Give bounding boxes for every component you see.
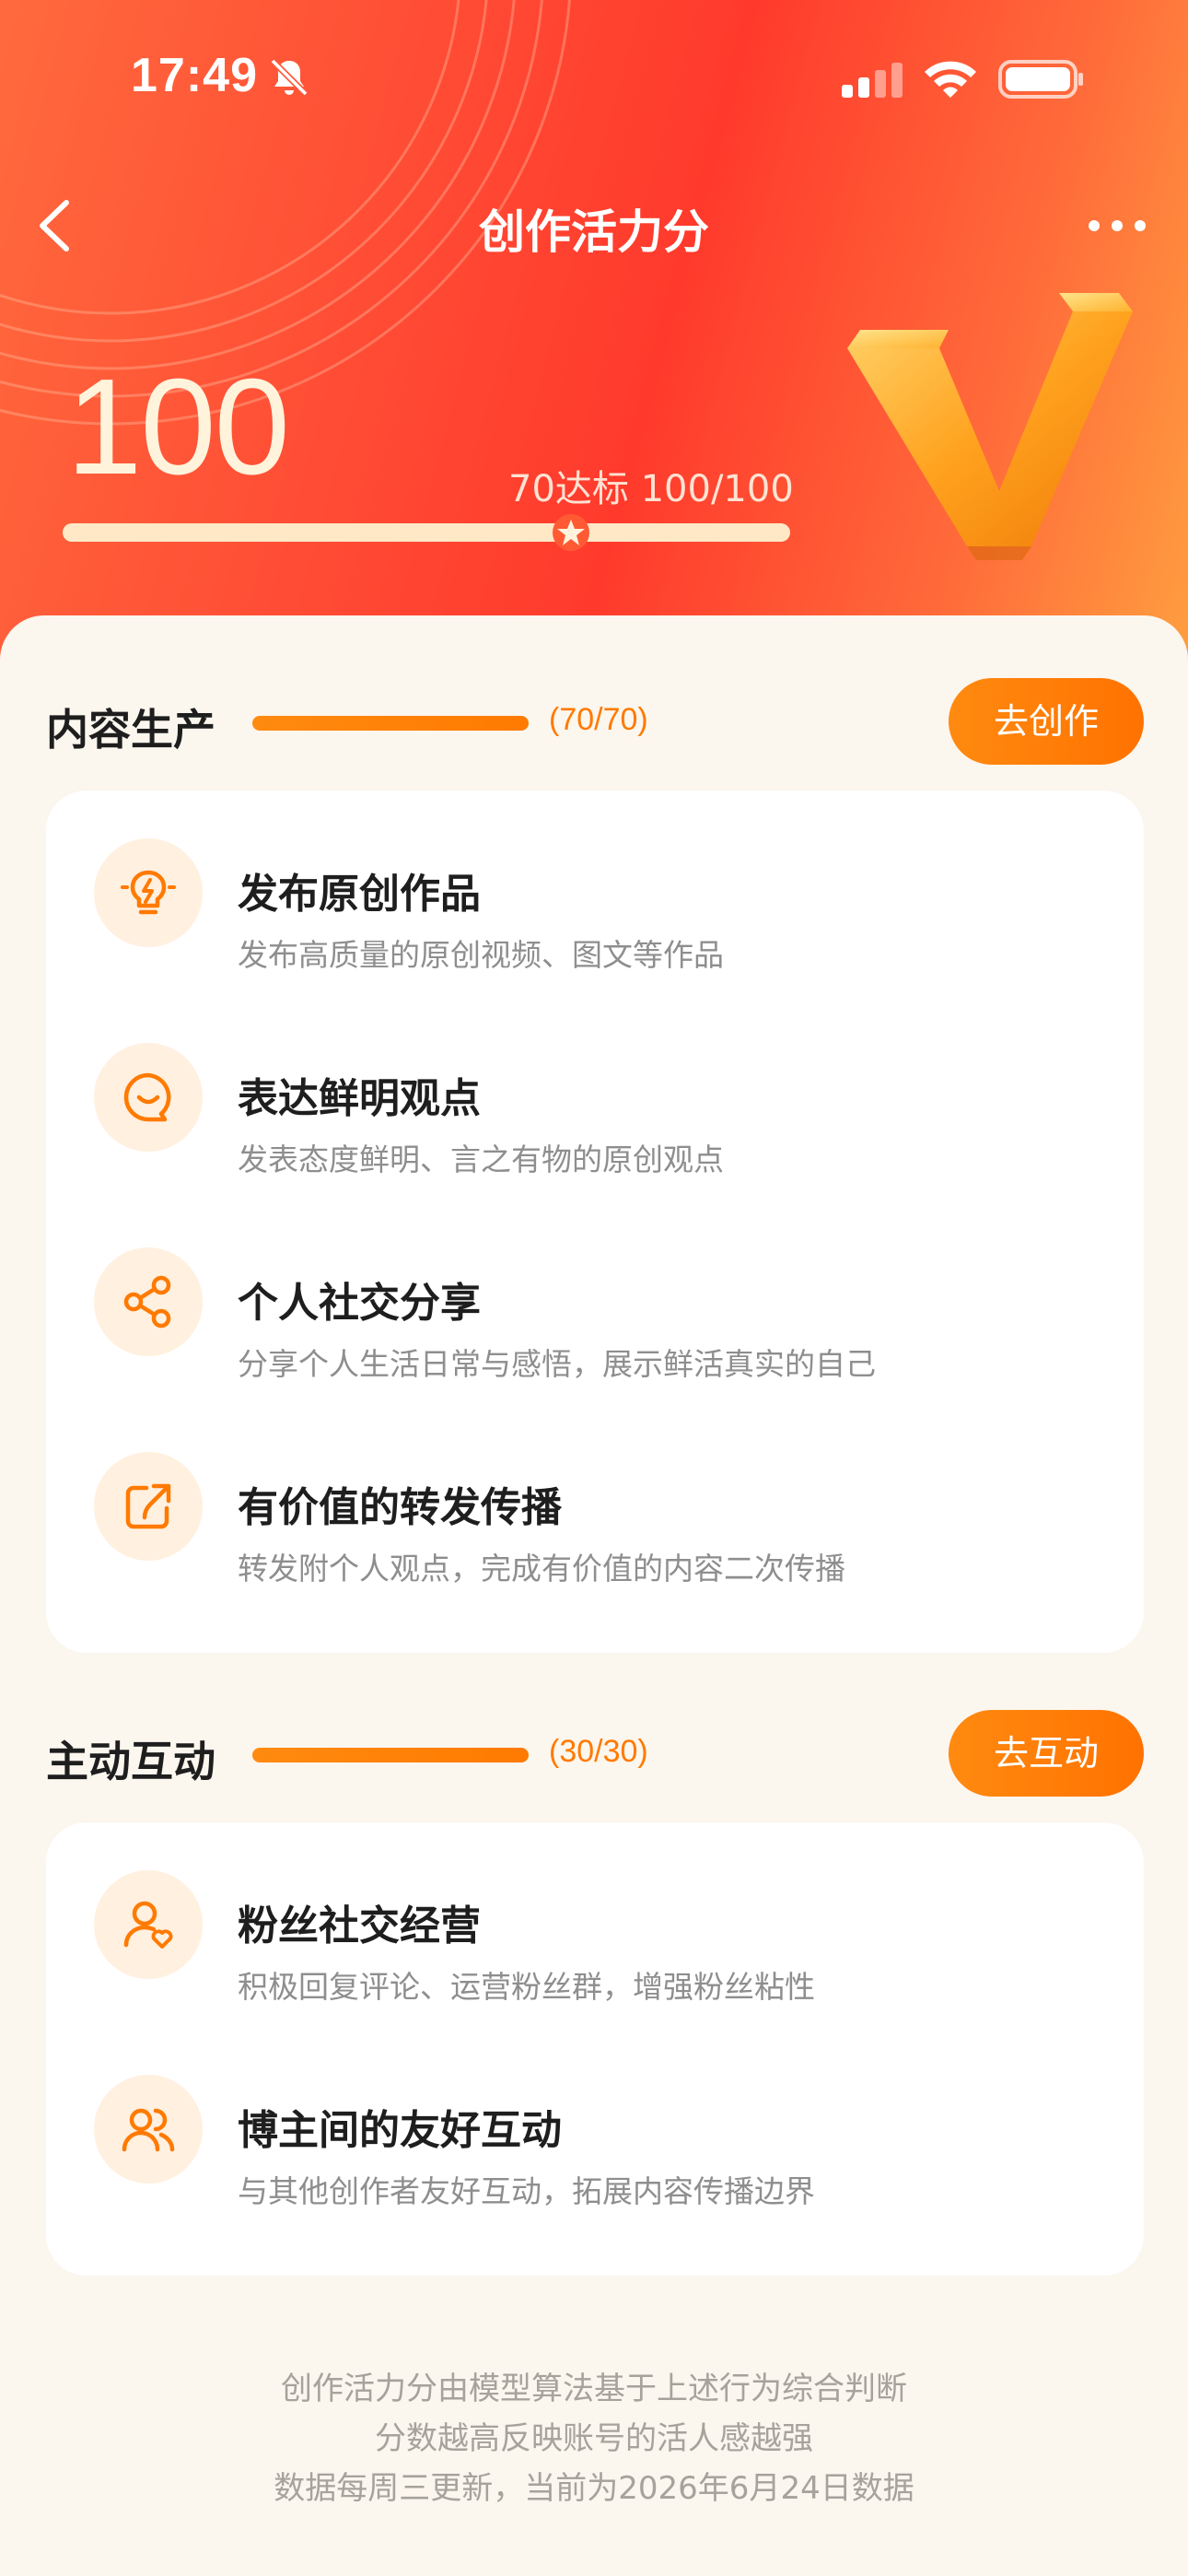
section-progress-bar: [252, 1748, 529, 1762]
wifi-icon: [925, 61, 976, 98]
lightbulb-icon: [94, 838, 203, 947]
footer-line: 数据每周三更新，当前为2026年6月24日数据: [274, 2470, 914, 2507]
nav-bar: 创作活力分: [0, 175, 1188, 276]
hero-banner: 17:49 创作活力分 100 70达标 100/100: [0, 0, 1188, 700]
item-title: 有价值的转发传播: [238, 1484, 562, 1531]
list-item[interactable]: 有价值的转发传播 转发附个人观点，完成有价值的内容二次传播: [46, 1404, 1144, 1609]
score-progress-bar: [63, 523, 790, 542]
battery-icon: [998, 60, 1083, 99]
score-value: 100: [66, 351, 290, 503]
item-desc: 发布高质量的原创视频、图文等作品: [238, 937, 724, 973]
bell-muted-icon: [270, 58, 309, 97]
active-interaction-card: 粉丝社交经营 积极回复评论、运营粉丝群，增强粉丝粘性 博主间的友好互动 与其他创…: [46, 1822, 1144, 2276]
status-bar: 17:49: [0, 0, 1188, 157]
forward-icon: [94, 1452, 203, 1561]
score-target-label: 70达标 100/100: [508, 468, 794, 510]
item-desc: 积极回复评论、运营粉丝群，增强粉丝粘性: [238, 1969, 815, 2005]
list-item[interactable]: 个人社交分享 分享个人生活日常与感悟，展示鲜活真实的自己: [46, 1200, 1144, 1404]
v-badge-emblem: [847, 293, 1133, 560]
go-interact-button[interactable]: 去互动: [949, 1710, 1144, 1797]
item-desc: 发表态度鲜明、言之有物的原创观点: [238, 1142, 724, 1177]
smile-bubble-icon: [94, 1043, 203, 1152]
section-title: 主动互动: [46, 1737, 215, 1786]
item-title: 个人社交分享: [238, 1280, 481, 1327]
user-heart-icon: [94, 1870, 203, 1979]
footer-notes: 创作活力分由模型算法基于上述行为综合判断 分数越高反映账号的活人感越强 数据每周…: [0, 2364, 1188, 2513]
list-item[interactable]: 发布原创作品 发布高质量的原创视频、图文等作品: [46, 790, 1144, 995]
users-icon: [94, 2075, 203, 2184]
item-desc: 分享个人生活日常与感悟，展示鲜活真实的自己: [238, 1346, 876, 1382]
item-title: 博主间的友好互动: [238, 2107, 562, 2154]
section-title: 内容生产: [46, 705, 215, 755]
star-marker-icon: [553, 514, 589, 551]
page: 17:49 创作活力分 100 70达标 100/100 内容生产 (70/70…: [0, 0, 1188, 2576]
footer-line: 分数越高反映账号的活人感越强: [375, 2420, 813, 2457]
item-desc: 转发附个人观点，完成有价值的内容二次传播: [238, 1551, 845, 1587]
content-production-card: 发布原创作品 发布高质量的原创视频、图文等作品 表达鲜明观点 发表态度鲜明、言之…: [46, 790, 1144, 1653]
list-item[interactable]: 博主间的友好互动 与其他创作者友好互动，拓展内容传播边界: [46, 2027, 1144, 2231]
page-title: 创作活力分: [479, 205, 709, 259]
go-create-button[interactable]: 去创作: [949, 678, 1144, 765]
item-title: 发布原创作品: [238, 871, 481, 918]
cellular-signal-icon: [842, 63, 903, 98]
list-item[interactable]: 表达鲜明观点 发表态度鲜明、言之有物的原创观点: [46, 995, 1144, 1200]
item-title: 表达鲜明观点: [238, 1075, 481, 1122]
list-item[interactable]: 粉丝社交经营 积极回复评论、运营粉丝群，增强粉丝粘性: [46, 1822, 1144, 2027]
status-time: 17:49: [131, 49, 258, 102]
section-count: (30/30): [549, 1734, 648, 1769]
more-options-icon[interactable]: [1085, 203, 1149, 249]
section-progress-bar: [252, 716, 529, 731]
footer-line: 创作活力分由模型算法基于上述行为综合判断: [281, 2371, 907, 2407]
section-count: (70/70): [549, 702, 648, 737]
section-header-active-interaction: 主动互动 (30/30) 去互动: [0, 1706, 1188, 1798]
share-icon: [94, 1247, 203, 1356]
item-desc: 与其他创作者友好互动，拓展内容传播边界: [238, 2173, 815, 2209]
item-title: 粉丝社交经营: [238, 1903, 481, 1950]
section-header-content-production: 内容生产 (70/70) 去创作: [0, 674, 1188, 767]
